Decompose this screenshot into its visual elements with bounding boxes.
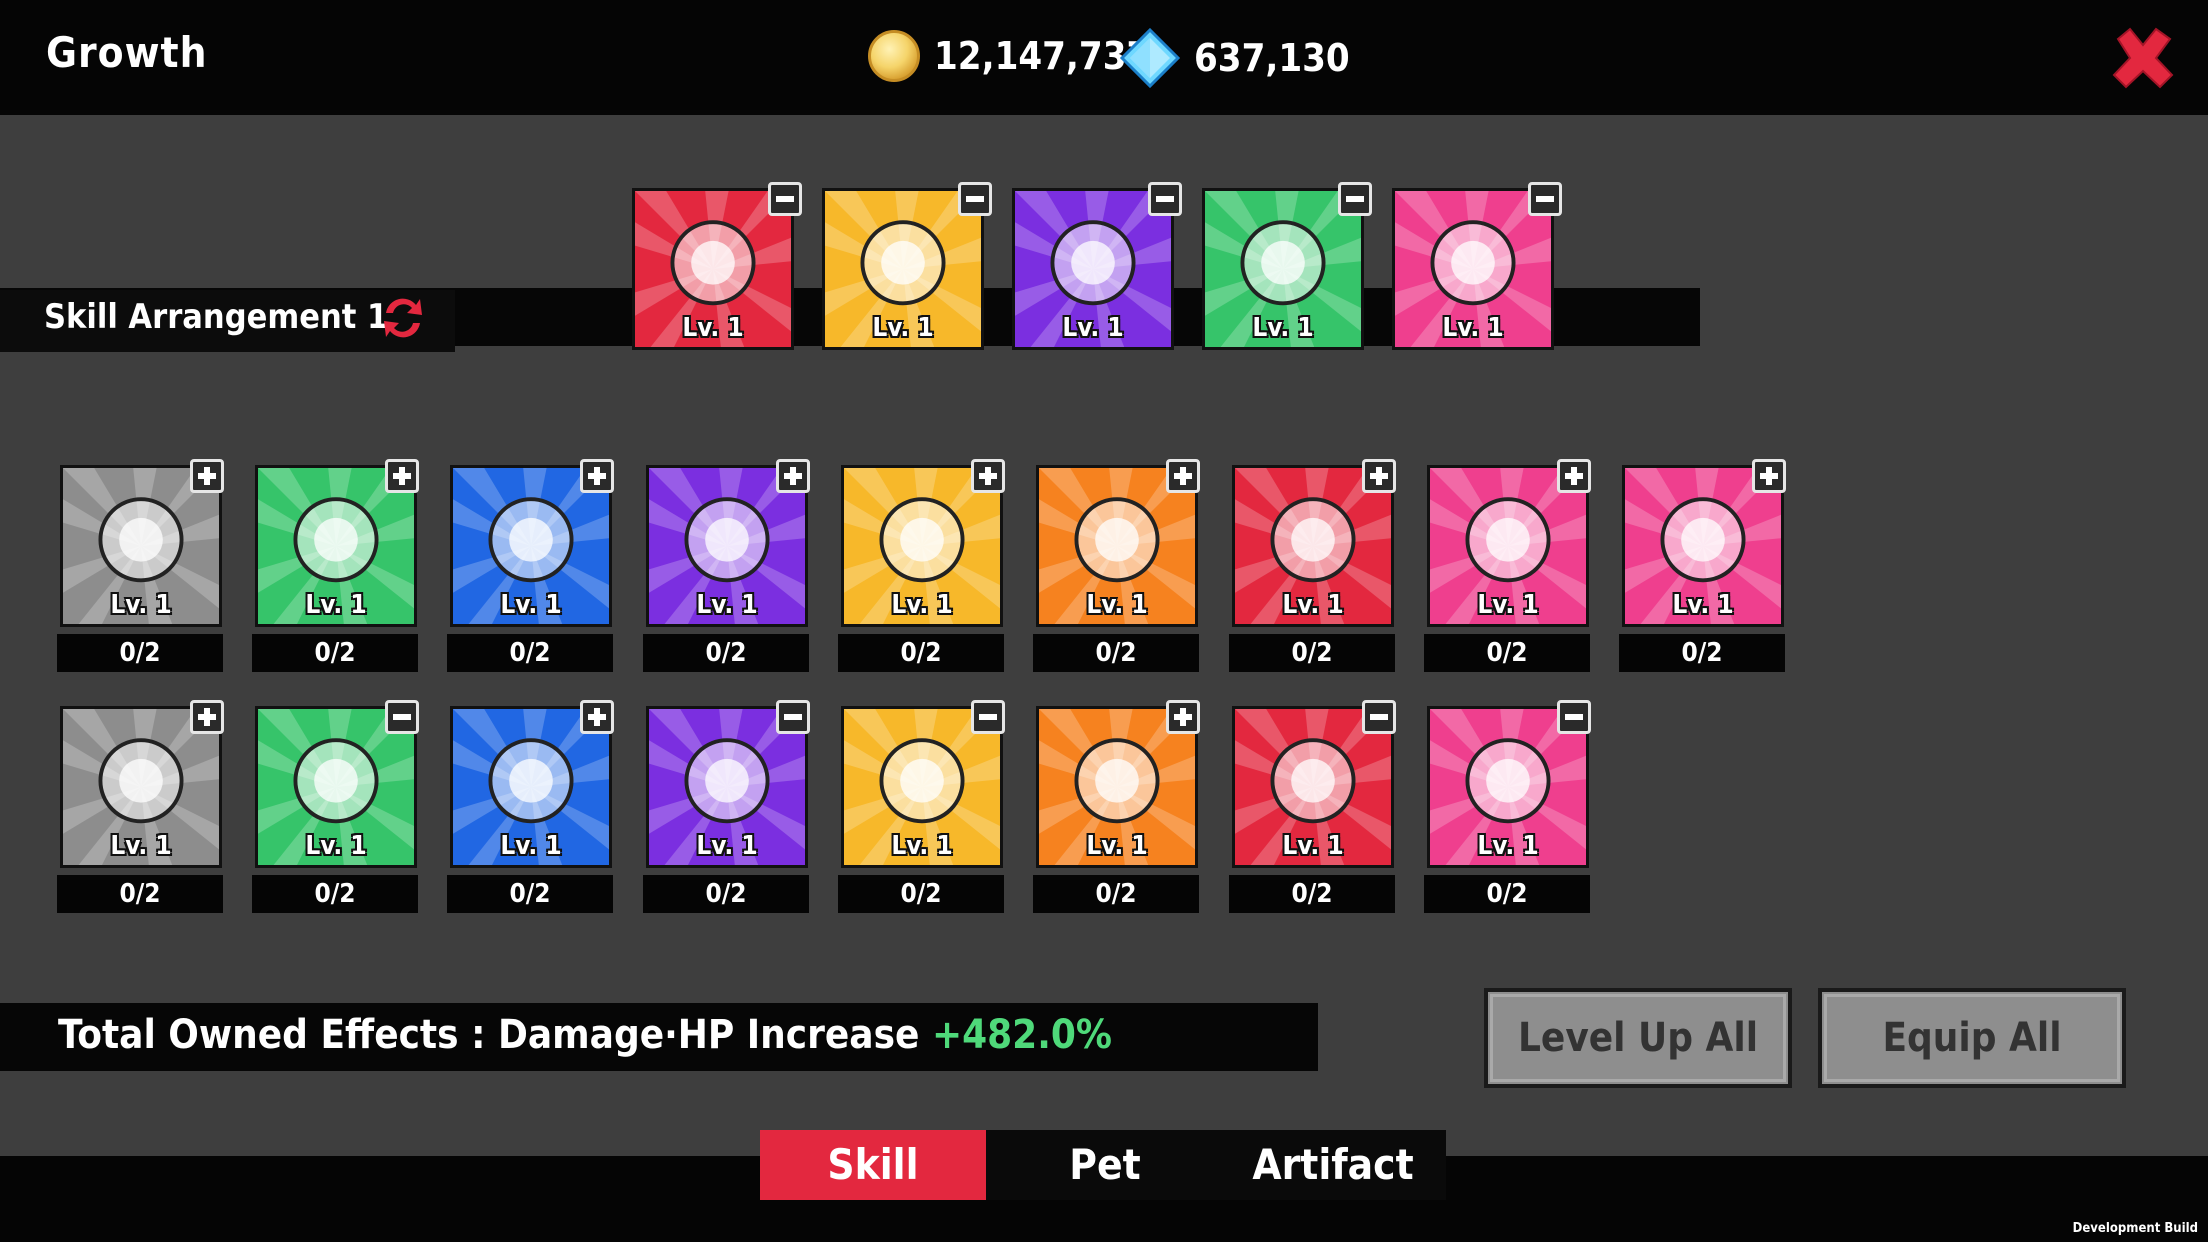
unequip-minus-button[interactable] bbox=[1148, 182, 1182, 216]
skill-count: 0/2 bbox=[643, 875, 809, 913]
skill-count: 0/2 bbox=[1619, 634, 1785, 672]
equip-plus-button[interactable] bbox=[1557, 459, 1591, 493]
unequip-minus-button[interactable] bbox=[1338, 182, 1372, 216]
skill-count: 0/2 bbox=[447, 875, 613, 913]
equip-plus-button[interactable] bbox=[190, 459, 224, 493]
effects-label: Total Owned Effects : Damage·HP Increase bbox=[58, 1012, 920, 1058]
skill-level: Lv. 1 bbox=[500, 590, 562, 620]
unequip-minus-button[interactable] bbox=[971, 700, 1005, 734]
unequip-minus-button[interactable] bbox=[1362, 700, 1396, 734]
equip-plus-button[interactable] bbox=[776, 459, 810, 493]
diamond-icon bbox=[1120, 28, 1180, 88]
equip-plus-button[interactable] bbox=[1362, 459, 1396, 493]
equip-plus-button[interactable] bbox=[1166, 700, 1200, 734]
gold-amount: 12,147,737 bbox=[934, 34, 1151, 78]
arrangement-label: Skill Arrangement 1 bbox=[44, 297, 389, 337]
gold-coin-icon bbox=[868, 30, 920, 82]
skill-level: Lv. 1 bbox=[682, 313, 744, 343]
gold-display: 12,147,737 bbox=[868, 30, 1150, 82]
skill-count: 0/2 bbox=[57, 875, 223, 913]
swap-arrangement-icon[interactable] bbox=[378, 293, 428, 343]
tab-artifact[interactable]: Artifact bbox=[1220, 1130, 1446, 1200]
skill-count: 0/2 bbox=[1424, 634, 1590, 672]
skill-level: Lv. 1 bbox=[891, 590, 953, 620]
skill-count: 0/2 bbox=[252, 634, 418, 672]
unequip-minus-button[interactable] bbox=[776, 700, 810, 734]
skill-level: Lv. 1 bbox=[1672, 590, 1734, 620]
skill-count: 0/2 bbox=[643, 634, 809, 672]
equip-plus-button[interactable] bbox=[1166, 459, 1200, 493]
skill-count: 0/2 bbox=[838, 634, 1004, 672]
close-icon[interactable] bbox=[2110, 25, 2176, 91]
equip-plus-button[interactable] bbox=[385, 459, 419, 493]
skill-count: 0/2 bbox=[1229, 875, 1395, 913]
effects-value: +482.0% bbox=[931, 1012, 1112, 1058]
level-up-all-button[interactable]: Level Up All bbox=[1484, 988, 1792, 1088]
skill-level: Lv. 1 bbox=[872, 313, 934, 343]
equip-plus-button[interactable] bbox=[1752, 459, 1786, 493]
skill-level: Lv. 1 bbox=[1062, 313, 1124, 343]
skill-count: 0/2 bbox=[1033, 875, 1199, 913]
skill-level: Lv. 1 bbox=[1282, 590, 1344, 620]
skill-level: Lv. 1 bbox=[1252, 313, 1314, 343]
unequip-minus-button[interactable] bbox=[385, 700, 419, 734]
skill-level: Lv. 1 bbox=[1086, 831, 1148, 861]
tab-pet[interactable]: Pet bbox=[1000, 1130, 1210, 1200]
unequip-minus-button[interactable] bbox=[1528, 182, 1562, 216]
skill-level: Lv. 1 bbox=[1442, 313, 1504, 343]
skill-level: Lv. 1 bbox=[1477, 831, 1539, 861]
skill-level: Lv. 1 bbox=[696, 590, 758, 620]
skill-count: 0/2 bbox=[57, 634, 223, 672]
skill-level: Lv. 1 bbox=[305, 831, 367, 861]
skill-count: 0/2 bbox=[1424, 875, 1590, 913]
skill-level: Lv. 1 bbox=[305, 590, 367, 620]
skill-level: Lv. 1 bbox=[696, 831, 758, 861]
equip-plus-button[interactable] bbox=[190, 700, 224, 734]
equip-plus-button[interactable] bbox=[971, 459, 1005, 493]
total-effects: Total Owned Effects : Damage·HP Increase… bbox=[58, 1012, 1112, 1058]
equip-plus-button[interactable] bbox=[580, 700, 614, 734]
skill-level: Lv. 1 bbox=[1477, 590, 1539, 620]
development-build-label: Development Build bbox=[2072, 1221, 2198, 1236]
page-title: Growth bbox=[46, 28, 208, 77]
tab-skill[interactable]: Skill bbox=[760, 1130, 986, 1200]
skill-level: Lv. 1 bbox=[1282, 831, 1344, 861]
skill-count: 0/2 bbox=[447, 634, 613, 672]
unequip-minus-button[interactable] bbox=[958, 182, 992, 216]
gem-amount: 637,130 bbox=[1194, 36, 1350, 80]
unequip-minus-button[interactable] bbox=[1557, 700, 1591, 734]
skill-level: Lv. 1 bbox=[891, 831, 953, 861]
skill-count: 0/2 bbox=[1033, 634, 1199, 672]
skill-count: 0/2 bbox=[252, 875, 418, 913]
skill-count: 0/2 bbox=[1229, 634, 1395, 672]
equip-plus-button[interactable] bbox=[580, 459, 614, 493]
skill-count: 0/2 bbox=[838, 875, 1004, 913]
equip-all-button[interactable]: Equip All bbox=[1818, 988, 2126, 1088]
gem-display: 637,130 bbox=[1120, 28, 1350, 88]
skill-level: Lv. 1 bbox=[110, 831, 172, 861]
skill-level: Lv. 1 bbox=[500, 831, 562, 861]
skill-level: Lv. 1 bbox=[1086, 590, 1148, 620]
skill-level: Lv. 1 bbox=[110, 590, 172, 620]
unequip-minus-button[interactable] bbox=[768, 182, 802, 216]
